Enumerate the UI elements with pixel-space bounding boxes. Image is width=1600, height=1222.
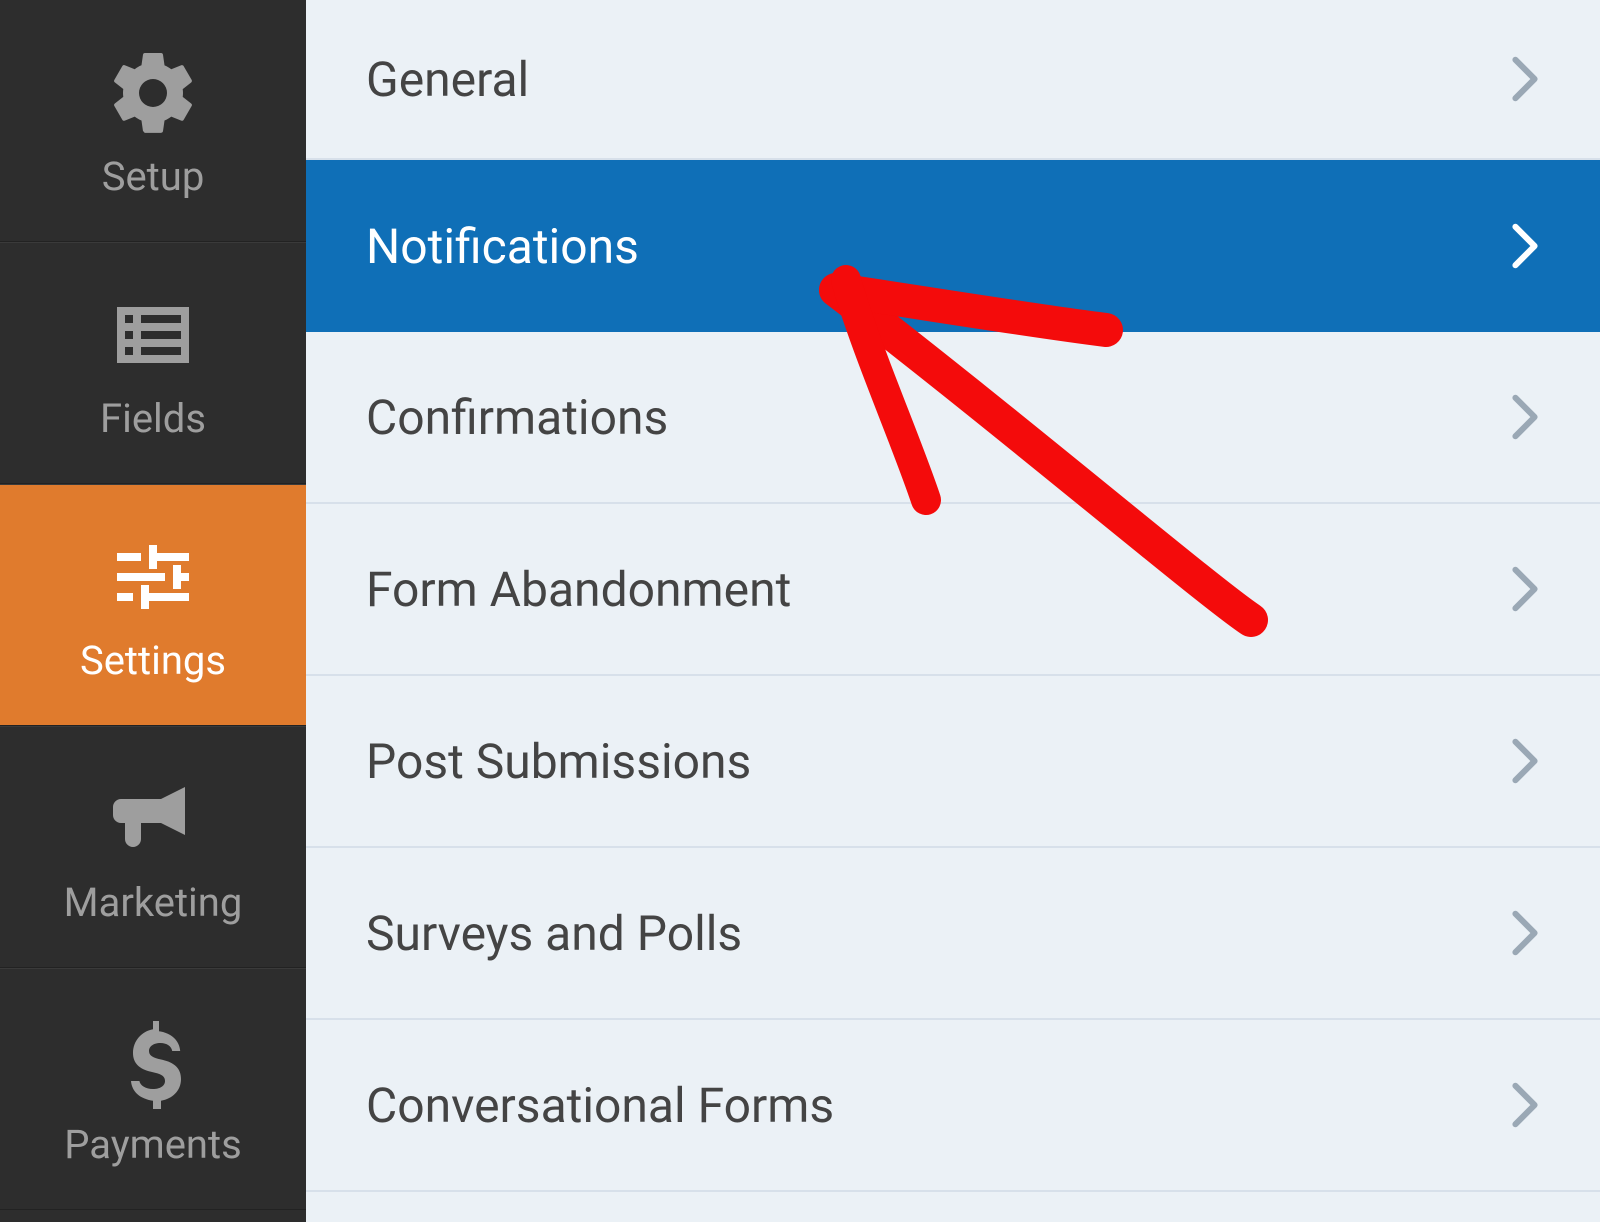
sidebar-item-label: Settings [80, 641, 226, 681]
bullhorn-icon [105, 771, 201, 867]
chevron-right-icon [1510, 565, 1540, 613]
sidebar-item-label: Marketing [64, 883, 243, 923]
settings-panel: General Notifications Confirmations Form… [306, 0, 1600, 1222]
dollar-icon [105, 1013, 201, 1109]
chevron-right-icon [1510, 222, 1540, 270]
settings-item-label: Notifications [366, 218, 639, 275]
sidebar-item-label: Setup [102, 157, 205, 197]
list-icon [105, 287, 201, 383]
settings-item-label: Post Submissions [366, 733, 751, 790]
sliders-icon [105, 529, 201, 625]
settings-item-label: General [366, 51, 529, 108]
sidebar-item-settings[interactable]: Settings [0, 484, 306, 726]
sidebar-item-label: Fields [100, 399, 206, 439]
sidebar-item-payments[interactable]: Payments [0, 968, 306, 1210]
settings-item-conversational-forms[interactable]: Conversational Forms [306, 1020, 1600, 1192]
sidebar-item-marketing[interactable]: Marketing [0, 726, 306, 968]
chevron-right-icon [1510, 55, 1540, 103]
sidebar-item-setup[interactable]: Setup [0, 0, 306, 242]
settings-item-surveys-polls[interactable]: Surveys and Polls [306, 848, 1600, 1020]
settings-item-confirmations[interactable]: Confirmations [306, 332, 1600, 504]
settings-item-form-abandonment[interactable]: Form Abandonment [306, 504, 1600, 676]
settings-item-label: Form Abandonment [366, 561, 791, 618]
gear-icon [105, 45, 201, 141]
chevron-right-icon [1510, 393, 1540, 441]
sidebar-item-fields[interactable]: Fields [0, 242, 306, 484]
app-root: Setup Fields Settings Marketing Payments [0, 0, 1600, 1222]
settings-item-post-submissions[interactable]: Post Submissions [306, 676, 1600, 848]
sidebar-nav: Setup Fields Settings Marketing Payments [0, 0, 306, 1222]
settings-item-label: Confirmations [366, 389, 668, 446]
settings-item-notifications[interactable]: Notifications [306, 160, 1600, 332]
settings-item-general[interactable]: General [306, 0, 1600, 160]
settings-item-label: Surveys and Polls [366, 905, 742, 962]
settings-item-label: Conversational Forms [366, 1077, 834, 1134]
chevron-right-icon [1510, 737, 1540, 785]
sidebar-item-label: Payments [64, 1125, 242, 1165]
chevron-right-icon [1510, 1081, 1540, 1129]
chevron-right-icon [1510, 909, 1540, 957]
